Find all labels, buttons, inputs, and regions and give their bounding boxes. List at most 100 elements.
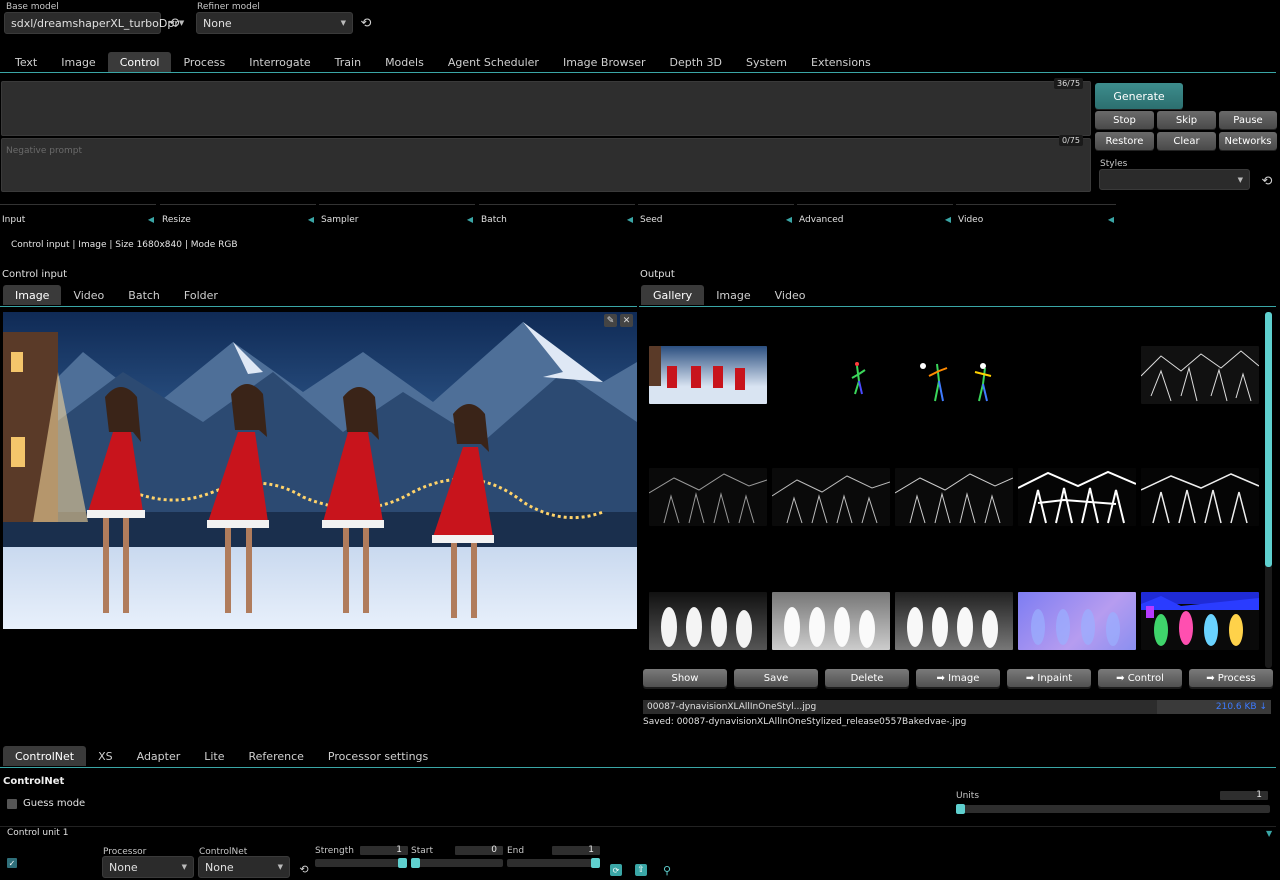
tab-image[interactable]: Image xyxy=(49,52,107,72)
start-slider[interactable] xyxy=(411,859,503,867)
accordion-video[interactable]: Video ◀ xyxy=(956,204,1116,234)
base-model-select[interactable]: sdxl/dreamshaperXL_turboDpr ▼ xyxy=(4,12,184,34)
pause-button[interactable]: Pause xyxy=(1219,111,1277,129)
gallery-thumb[interactable] xyxy=(1018,592,1136,650)
start-slider-handle[interactable] xyxy=(411,858,420,868)
accordion-sampler[interactable]: Sampler ◀ xyxy=(319,204,475,234)
clear-button[interactable]: Clear xyxy=(1157,132,1216,150)
output-tabs: Gallery Image Video xyxy=(641,285,817,305)
tab-extensions[interactable]: Extensions xyxy=(799,52,883,72)
edit-icon[interactable]: ✎ xyxy=(604,314,617,327)
gallery-thumb[interactable] xyxy=(1141,592,1259,650)
tab-input-image[interactable]: Image xyxy=(3,285,62,305)
tab-input-folder[interactable]: Folder xyxy=(172,285,230,305)
reset-icon[interactable]: ⟲ xyxy=(296,861,312,877)
tab-text[interactable]: Text xyxy=(3,52,49,72)
send-to-process-button[interactable]: ➡ Process xyxy=(1189,669,1273,687)
accordion-advanced[interactable]: Advanced ◀ xyxy=(797,204,953,234)
gallery-thumb[interactable] xyxy=(895,468,1013,526)
tab-reference[interactable]: Reference xyxy=(237,746,316,766)
gallery-scrollbar[interactable] xyxy=(1265,312,1272,668)
tab-process[interactable]: Process xyxy=(171,52,237,72)
gallery-thumb[interactable] xyxy=(649,468,767,526)
tab-train[interactable]: Train xyxy=(323,52,373,72)
tab-system[interactable]: System xyxy=(734,52,799,72)
refresh-icon[interactable]: ⟲ xyxy=(166,14,182,32)
tab-output-gallery[interactable]: Gallery xyxy=(641,285,705,305)
refiner-model-select[interactable]: None ▼ xyxy=(196,12,353,34)
accordion-resize[interactable]: Resize ◀ xyxy=(160,204,316,234)
skip-button[interactable]: Skip xyxy=(1157,111,1216,129)
tab-output-image[interactable]: Image xyxy=(704,285,762,305)
checkbox-icon[interactable]: ✓ xyxy=(7,858,17,868)
strength-slider[interactable] xyxy=(315,859,407,867)
delete-button[interactable]: Delete xyxy=(825,669,909,687)
close-icon[interactable]: ✕ xyxy=(620,314,633,327)
tab-output-video[interactable]: Video xyxy=(763,285,818,305)
restore-button[interactable]: Restore xyxy=(1095,132,1154,150)
output-file-size[interactable]: 210.6 KB ↓ xyxy=(1157,700,1271,714)
gallery-thumb[interactable] xyxy=(1018,346,1136,404)
show-button[interactable]: Show xyxy=(643,669,727,687)
gallery-thumb[interactable] xyxy=(895,346,1013,404)
styles-select[interactable]: ▼ xyxy=(1099,169,1250,190)
gallery-thumb[interactable] xyxy=(649,346,767,404)
guess-mode-checkbox[interactable] xyxy=(7,798,17,809)
end-slider[interactable] xyxy=(507,859,599,867)
stop-button[interactable]: Stop xyxy=(1095,111,1154,129)
units-slider[interactable] xyxy=(956,805,1270,813)
controlnet-model-select[interactable]: None ▼ xyxy=(198,856,290,878)
gallery-thumb[interactable] xyxy=(772,468,890,526)
accordion-batch[interactable]: Batch ◀ xyxy=(479,204,635,234)
tab-processor-settings[interactable]: Processor settings xyxy=(316,746,440,766)
tab-input-video[interactable]: Video xyxy=(61,285,116,305)
output-file-name[interactable]: 00087-dynavisionXLAllInOneStyl...jpg xyxy=(643,700,1157,714)
magnifier-icon[interactable]: ⚲ xyxy=(660,863,674,877)
reset-icon[interactable]: ⟳ xyxy=(610,864,622,876)
tab-controlnet[interactable]: ControlNet xyxy=(3,746,87,766)
send-to-control-button[interactable]: ➡ Control xyxy=(1098,669,1182,687)
tab-control[interactable]: Control xyxy=(107,52,172,72)
units-slider-handle[interactable] xyxy=(956,804,965,814)
tab-xs[interactable]: XS xyxy=(86,746,125,766)
gallery-scrollbar-thumb[interactable] xyxy=(1265,312,1272,567)
negative-prompt-input[interactable]: Negative prompt xyxy=(1,138,1091,192)
strength-slider-handle[interactable] xyxy=(398,858,407,868)
accordion-seed[interactable]: Seed ◀ xyxy=(638,204,794,234)
tab-adapter[interactable]: Adapter xyxy=(125,746,193,766)
strength-value[interactable]: 1 xyxy=(360,846,408,855)
end-slider-handle[interactable] xyxy=(591,858,600,868)
tab-depth-3d[interactable]: Depth 3D xyxy=(658,52,734,72)
refresh-icon[interactable]: ⟲ xyxy=(1259,172,1275,190)
networks-button[interactable]: Networks xyxy=(1219,132,1277,150)
refresh-icon[interactable]: ⟲ xyxy=(358,14,374,32)
send-to-image-button[interactable]: ➡ Image xyxy=(916,669,1000,687)
start-value[interactable]: 0 xyxy=(455,846,503,855)
gallery-thumb[interactable] xyxy=(772,346,890,404)
gallery-thumb[interactable] xyxy=(649,592,767,650)
tab-image-browser[interactable]: Image Browser xyxy=(551,52,658,72)
processor-select[interactable]: None ▼ xyxy=(102,856,194,878)
units-value[interactable]: 1 xyxy=(1220,791,1268,800)
tab-interrogate[interactable]: Interrogate xyxy=(237,52,322,72)
send-to-inpaint-button[interactable]: ➡ Inpaint xyxy=(1007,669,1091,687)
thumb-depth xyxy=(661,607,752,648)
tab-lite[interactable]: Lite xyxy=(192,746,236,766)
guess-mode-option[interactable]: Guess mode xyxy=(7,798,85,809)
tab-input-batch[interactable]: Batch xyxy=(116,285,172,305)
upload-icon[interactable]: ⇧ xyxy=(635,864,647,876)
gallery-thumb[interactable] xyxy=(895,592,1013,650)
gallery-thumb[interactable] xyxy=(1141,346,1259,404)
chevron-down-icon[interactable]: ▼ xyxy=(1266,829,1272,838)
control-input-image[interactable]: ✎ ✕ xyxy=(3,312,637,629)
generate-button[interactable]: Generate xyxy=(1095,83,1183,109)
gallery-thumb[interactable] xyxy=(1141,468,1259,526)
save-button[interactable]: Save xyxy=(734,669,818,687)
gallery-thumb[interactable] xyxy=(772,592,890,650)
accordion-input[interactable]: Input ◀ xyxy=(0,204,156,234)
end-value[interactable]: 1 xyxy=(552,846,600,855)
tab-agent-scheduler[interactable]: Agent Scheduler xyxy=(436,52,551,72)
prompt-input[interactable] xyxy=(1,81,1091,136)
gallery-thumb[interactable] xyxy=(1018,468,1136,526)
tab-models[interactable]: Models xyxy=(373,52,436,72)
